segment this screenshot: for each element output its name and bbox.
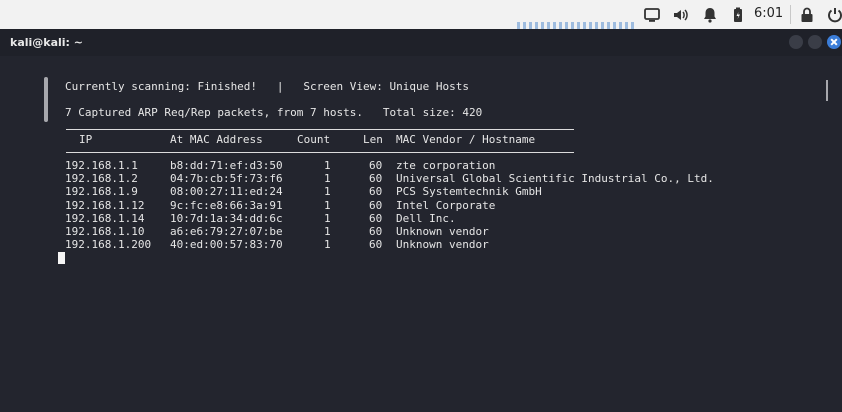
cell-ip: 192.168.1.200 bbox=[65, 238, 152, 252]
cell-mac: 9c:fc:e8:66:3a:91 bbox=[170, 198, 283, 212]
header-mac: At MAC Address bbox=[170, 133, 263, 146]
table-row: 192.168.1.1 b8:dd:71:ef:d3:50 1 60 zte corpo… bbox=[65, 159, 765, 172]
table-row: 192.168.1.2 04:7b:cb:5f:73:f6 1 60 Universal… bbox=[65, 172, 765, 185]
cell-vendor: Unknown vendor bbox=[396, 238, 489, 252]
table-row: 192.168.1.14 10:7d:1a:34:dd:6c 1 60 Dell Inc… bbox=[65, 212, 765, 225]
cell-vendor: zte corporation bbox=[396, 159, 496, 172]
close-icon[interactable] bbox=[827, 35, 841, 49]
bell-icon[interactable] bbox=[701, 0, 719, 29]
minimize-icon[interactable] bbox=[789, 35, 803, 49]
scrollbar-thumb[interactable] bbox=[826, 80, 828, 101]
clock[interactable]: 6:01 bbox=[754, 6, 783, 21]
cell-vendor: Intel Corporate bbox=[396, 198, 496, 212]
cell-len: 60 bbox=[369, 198, 383, 212]
cell-mac: 10:7d:1a:34:dd:6c bbox=[170, 211, 283, 225]
cell-len: 60 bbox=[369, 172, 383, 186]
window-title: kali@kali: ~ bbox=[10, 36, 84, 49]
cell-count: 1 bbox=[324, 225, 331, 238]
screen-icon[interactable] bbox=[643, 0, 661, 29]
header-len: Len bbox=[363, 133, 383, 146]
cell-mac: 08:00:27:11:ed:24 bbox=[170, 185, 283, 199]
terminal-view[interactable]: Currently scanning: Finished! | Screen V… bbox=[0, 56, 842, 412]
cell-count: 1 bbox=[324, 211, 331, 225]
cell-mac: a6:e6:79:27:07:be bbox=[170, 225, 283, 238]
header-count: Count bbox=[297, 133, 331, 146]
cell-vendor: Unknown vendor bbox=[396, 225, 489, 238]
cell-count: 1 bbox=[324, 185, 331, 199]
cell-ip: 192.168.1.14 bbox=[65, 211, 145, 225]
battery-icon[interactable] bbox=[729, 0, 747, 29]
panel-separator bbox=[790, 5, 791, 24]
panel-artifact bbox=[517, 22, 637, 29]
cell-count: 1 bbox=[324, 172, 331, 186]
cell-mac: 40:ed:00:57:83:70 bbox=[170, 238, 283, 252]
cell-len: 60 bbox=[369, 238, 383, 252]
cell-count: 1 bbox=[324, 198, 331, 212]
table-rule-top bbox=[66, 129, 574, 130]
cell-ip: 192.168.1.12 bbox=[65, 198, 145, 212]
table-row: 192.168.1.12 9c:fc:e8:66:3a:91 1 60 Intel Co… bbox=[65, 199, 765, 212]
summary-line: 7 Captured ARP Req/Rep packets, from 7 h… bbox=[65, 106, 483, 119]
table-rule-bottom bbox=[66, 152, 574, 153]
cell-vendor: PCS Systemtechnik GmbH bbox=[396, 185, 542, 199]
maximize-icon[interactable] bbox=[808, 35, 822, 49]
status-line: Currently scanning: Finished! | Screen V… bbox=[65, 80, 469, 93]
cell-count: 1 bbox=[324, 159, 331, 172]
volume-icon[interactable] bbox=[672, 0, 690, 29]
cell-len: 60 bbox=[369, 225, 383, 238]
scrollbar-indicator[interactable] bbox=[44, 77, 48, 122]
cell-vendor: Universal Global Scientific Industrial C… bbox=[396, 172, 714, 186]
cell-ip: 192.168.1.10 bbox=[65, 225, 145, 238]
cell-len: 60 bbox=[369, 185, 383, 199]
terminal-cursor bbox=[58, 252, 65, 264]
system-top-panel: 6:01 bbox=[0, 0, 842, 29]
lock-icon[interactable] bbox=[798, 0, 816, 29]
cell-ip: 192.168.1.2 bbox=[65, 172, 138, 186]
table-row: 192.168.1.200 40:ed:00:57:83:70 1 60 Unknown… bbox=[65, 238, 765, 251]
cell-ip: 192.168.1.9 bbox=[65, 185, 138, 199]
table-header: IP At MAC Address Count Len MAC Vendor /… bbox=[65, 133, 765, 146]
table-row: 192.168.1.10 a6:e6:79:27:07:be 1 60 Unknown … bbox=[65, 225, 765, 238]
table-row: 192.168.1.9 08:00:27:11:ed:24 1 60 PCS Syste… bbox=[65, 185, 765, 198]
header-vendor: MAC Vendor / Hostname bbox=[396, 133, 536, 146]
cell-len: 60 bbox=[369, 211, 383, 225]
cell-ip: 192.168.1.1 bbox=[65, 159, 138, 172]
power-icon[interactable] bbox=[826, 0, 842, 29]
cell-mac: b8:dd:71:ef:d3:50 bbox=[170, 159, 283, 172]
cell-len: 60 bbox=[369, 159, 383, 172]
header-ip: IP bbox=[79, 133, 93, 146]
cell-mac: 04:7b:cb:5f:73:f6 bbox=[170, 172, 283, 186]
window-title-bar[interactable]: kali@kali: ~ bbox=[0, 29, 842, 56]
cell-vendor: Dell Inc. bbox=[396, 211, 456, 225]
cell-count: 1 bbox=[324, 238, 331, 252]
